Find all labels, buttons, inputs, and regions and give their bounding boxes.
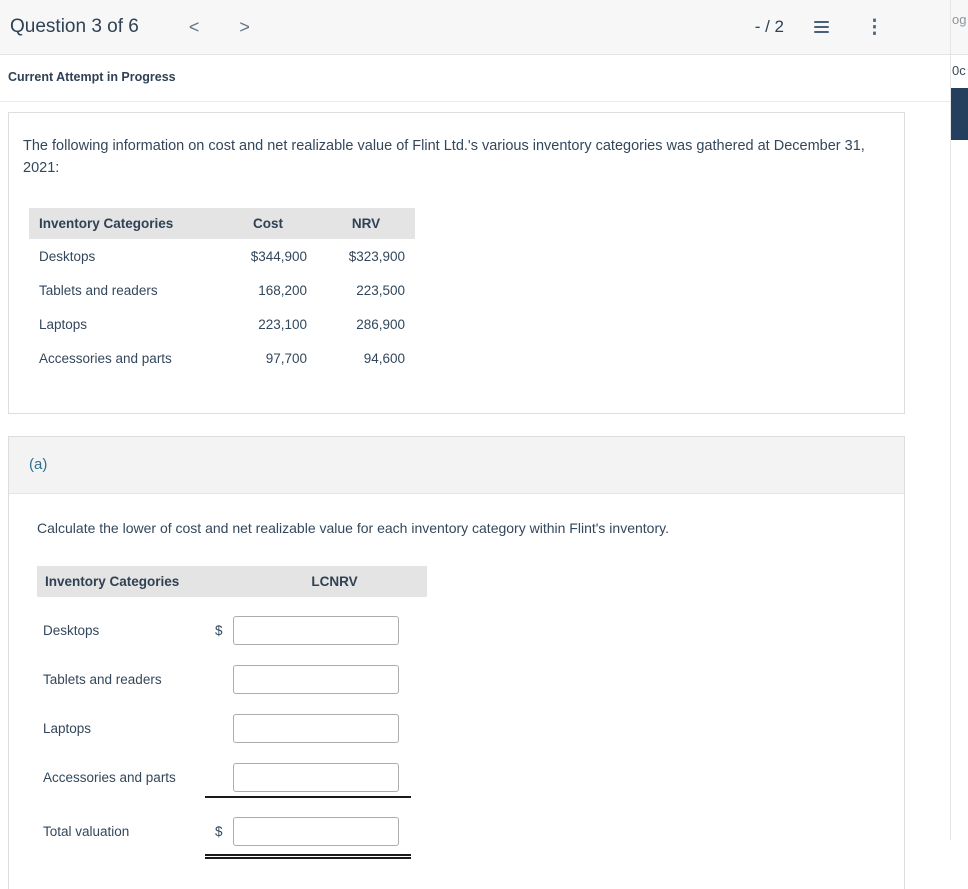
column-header-cost: Cost (219, 207, 317, 239)
right-edge-text-fragment: 0c (952, 63, 966, 78)
attempt-status-label: Current Attempt in Progress (8, 70, 176, 84)
cell-cost: 223,100 (258, 316, 307, 332)
column-header-nrv: NRV (317, 207, 415, 239)
lcnrv-row-total: Total valuation $ (37, 817, 876, 847)
row-label: Tablets and readers (43, 672, 162, 688)
right-edge-navy-block[interactable] (951, 88, 968, 140)
cell-nrv: 286,900 (356, 316, 405, 332)
score-display: - / 2 (754, 17, 784, 36)
cost-nrv-table: Inventory Categories Cost NRV Desktops $… (29, 207, 415, 375)
lcnrv-row-desktops: Desktops $ (37, 616, 876, 646)
row-label: Laptops (43, 721, 92, 737)
cell-category: Tablets and readers (39, 282, 158, 298)
row-label: Total valuation (43, 824, 130, 840)
next-question-button[interactable]: > (231, 13, 258, 42)
lcnrv-input-accessories[interactable] (233, 763, 399, 793)
cell-nrv: 223,500 (356, 282, 405, 298)
lcnrv-row-accessories: Accessories and parts (37, 763, 876, 793)
row-label: Desktops (43, 623, 100, 639)
row-label: Accessories and parts (43, 770, 176, 786)
cell-cost: 168,200 (258, 282, 307, 298)
lcnrv-header-lcnrv: LCNRV (311, 573, 358, 589)
attempt-bar: Current Attempt in Progress (0, 55, 950, 102)
question-list-icon[interactable] (810, 17, 833, 37)
total-double-rule (205, 853, 411, 859)
main-column: Question 3 of 6 < > - / 2 ⋮ Current Atte… (0, 0, 950, 889)
dollar-sign: $ (215, 623, 223, 639)
subtotal-single-rule (205, 795, 411, 798)
table-row: Laptops 223,100 286,900 (29, 307, 415, 341)
question-header: Question 3 of 6 < > - / 2 ⋮ (0, 0, 950, 55)
part-a-header: (a) (9, 436, 904, 494)
part-a-card: (a) Calculate the lower of cost and net … (8, 435, 905, 889)
problem-card: The following information on cost and ne… (8, 112, 905, 414)
table-row: Desktops $344,900 $323,900 (29, 239, 415, 273)
lcnrv-input-tablets[interactable] (233, 665, 399, 695)
cell-cost: $344,900 (250, 248, 307, 264)
cell-cost: 97,700 (265, 350, 307, 366)
lcnrv-row-tablets: Tablets and readers (37, 665, 876, 695)
cell-category: Desktops (39, 248, 96, 264)
kebab-menu-icon[interactable]: ⋮ (859, 16, 890, 39)
right-edge-panel: og 0c (950, 0, 968, 840)
previous-question-button[interactable]: < (181, 13, 208, 42)
lcnrv-input-laptops[interactable] (233, 714, 399, 744)
cell-nrv: $323,900 (348, 248, 405, 264)
cell-category: Accessories and parts (39, 350, 172, 366)
problem-intro-text: The following information on cost and ne… (23, 138, 865, 177)
part-a-label: (a) (29, 455, 48, 473)
column-header-inventory-categories: Inventory Categories (29, 207, 219, 239)
question-title: Question 3 of 6 (10, 16, 139, 37)
table-row: Accessories and parts 97,700 94,600 (29, 341, 415, 375)
total-valuation-input[interactable] (233, 817, 399, 847)
header-right-controls: - / 2 ⋮ (755, 16, 890, 39)
table-row: Tablets and readers 168,200 223,500 (29, 273, 415, 307)
lcnrv-header-inventory-categories: Inventory Categories (45, 573, 180, 589)
dollar-sign: $ (215, 824, 223, 840)
lcnrv-input-desktops[interactable] (233, 616, 399, 646)
part-a-body: Calculate the lower of cost and net real… (9, 493, 904, 889)
lcnrv-row-laptops: Laptops (37, 714, 876, 744)
right-edge-header-fragment: og (951, 0, 968, 55)
cell-nrv: 94,600 (363, 350, 405, 366)
part-a-instruction: Calculate the lower of cost and net real… (37, 519, 669, 536)
lcnrv-table-header: Inventory Categories LCNRV (37, 565, 427, 597)
cell-category: Laptops (39, 316, 88, 332)
